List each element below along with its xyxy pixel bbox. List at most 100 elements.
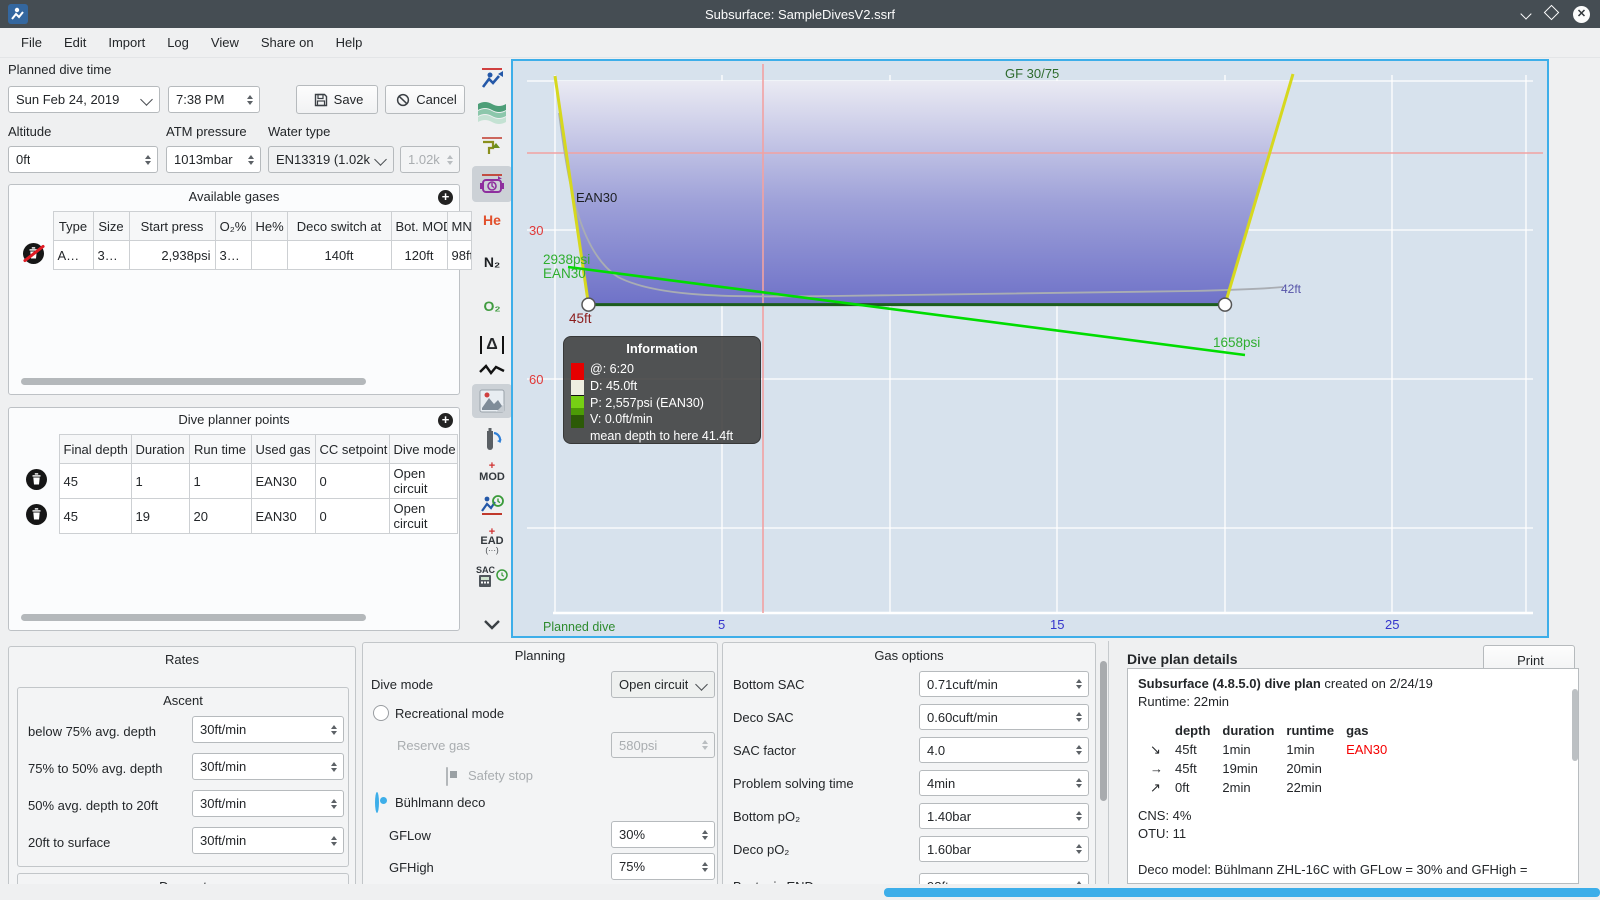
- bottom-hscrollbar[interactable]: [884, 888, 1600, 897]
- ascent-title: Ascent: [163, 693, 203, 708]
- close-button[interactable]: ✕: [1573, 5, 1590, 23]
- ascent-rate-label: 50% avg. depth to 20ft: [28, 798, 159, 813]
- bottom-po2-spinbox[interactable]: 1.40bar: [919, 803, 1089, 829]
- helium-graph-icon[interactable]: He: [472, 206, 512, 234]
- mod-icon[interactable]: + MOD: [472, 458, 512, 484]
- deco-po2-label: Deco pO₂: [733, 842, 790, 857]
- deco-sac-label: Deco SAC: [733, 710, 794, 725]
- tooltip-line: mean depth to here 41.4ft: [590, 429, 734, 444]
- depth-tick-60: 60: [529, 372, 543, 387]
- menu-share-on[interactable]: Share on: [250, 31, 325, 54]
- problem-solving-time-spinbox[interactable]: 4min: [919, 770, 1089, 796]
- menu-file[interactable]: File: [10, 31, 53, 54]
- nitrogen-graph-icon[interactable]: N₂: [472, 248, 512, 276]
- points-header-row: Final depth Duration Run time Used gas C…: [15, 434, 458, 464]
- gas-row[interactable]: A… 3… 2,938psi 3… 140ft 120ft 98ft: [15, 240, 472, 270]
- altitude-spinbox[interactable]: 0ft: [8, 146, 158, 173]
- ascent-rate-label: 75% to 50% avg. depth: [28, 761, 163, 776]
- dive-profile-chart[interactable]: GF 30/75 30 60 5 15 25 EAN30 2938psi EAN…: [511, 59, 1549, 638]
- profile-dive-mode-icon[interactable]: [472, 64, 512, 94]
- sac-factor-label: SAC factor: [733, 743, 796, 758]
- tooltip-title: Information: [626, 341, 698, 356]
- delete-point-icon[interactable]: [26, 504, 48, 525]
- ascent-rate-spinbox[interactable]: 30ft/min: [192, 753, 344, 780]
- reserve-gas-spinbox: 580psi: [611, 732, 715, 758]
- ascent-rate-spinbox[interactable]: 30ft/min: [192, 790, 344, 817]
- details-vscrollbar[interactable]: [1572, 689, 1578, 761]
- planning-title: Planning: [514, 648, 566, 663]
- sac-icon[interactable]: SAC: [472, 560, 512, 590]
- rates-panel: Rates Ascent below 75% avg. depth 30ft/m…: [8, 646, 356, 884]
- save-button[interactable]: Save: [296, 85, 378, 114]
- dive-planner-points-title: Dive planner points: [178, 412, 290, 427]
- sac-factor-spinbox[interactable]: 4.0: [919, 737, 1089, 763]
- menu-import[interactable]: Import: [97, 31, 156, 54]
- point-row[interactable]: 45 1 1 EAN30 0 Open circuit: [15, 463, 458, 499]
- gas-change-icon[interactable]: [472, 424, 512, 452]
- gflow-spinbox[interactable]: 30%: [611, 821, 715, 848]
- delete-gas-icon[interactable]: [23, 243, 45, 264]
- plan-cns: CNS: 4%: [1138, 808, 1192, 823]
- dive-plan-details-panel: Dive plan details Print Subsurface (4.8.…: [1108, 641, 1600, 884]
- best-mix-end-spinbox[interactable]: 98ft: [919, 873, 1089, 884]
- delete-point-icon[interactable]: [26, 469, 48, 490]
- atm-pressure-spinbox[interactable]: 1013mbar: [166, 146, 261, 173]
- available-gases-groupbox: Available gases + Type Size Start press …: [8, 184, 472, 395]
- add-point-button[interactable]: +: [438, 413, 453, 428]
- start-pressure-label: 2938psi: [543, 252, 590, 267]
- planner-settings-region: Rates Ascent below 75% avg. depth 30ft/m…: [0, 641, 1600, 884]
- safety-stop-label: Safety stop: [468, 768, 534, 783]
- point-row[interactable]: 45 19 20 EAN30 0 Open circuit: [15, 498, 458, 534]
- gfhigh-spinbox[interactable]: 75%: [611, 853, 715, 880]
- settings-vscrollbar[interactable]: [1100, 661, 1107, 801]
- ascent-rate-spinbox[interactable]: 30ft/min: [192, 827, 344, 854]
- time-spinbox[interactable]: 7:38 PM: [168, 86, 260, 113]
- dive-plan-text[interactable]: Subsurface (4.8.5.0) dive plan created o…: [1127, 668, 1579, 884]
- descent-gas-label: EAN30: [576, 190, 617, 205]
- oxygen-graph-icon[interactable]: O₂: [472, 292, 512, 320]
- plan-runtime: Runtime: 22min: [1138, 694, 1230, 709]
- plan-header-rest: created on 2/24/19: [1320, 676, 1433, 691]
- rates-title: Rates: [165, 652, 199, 667]
- photos-icon[interactable]: [472, 384, 512, 418]
- heart-rate-icon[interactable]: [472, 360, 512, 380]
- water-type-combobox[interactable]: EN13319 (1.02k: [268, 146, 394, 173]
- deco-po2-spinbox[interactable]: 1.60bar: [919, 836, 1089, 862]
- bottom-sac-spinbox[interactable]: 0.71cuft/min: [919, 671, 1089, 697]
- add-gas-button[interactable]: +: [438, 190, 453, 205]
- gflow-label: GFLow: [389, 828, 431, 843]
- menu-log[interactable]: Log: [156, 31, 200, 54]
- menu-view[interactable]: View: [200, 31, 250, 54]
- date-combobox[interactable]: Sun Feb 24, 2019: [8, 86, 160, 113]
- water-salinity-icon[interactable]: [472, 98, 512, 126]
- dc-reported-ceiling-icon[interactable]: [472, 490, 512, 520]
- time-tick-15: 15: [1050, 617, 1064, 632]
- deco-sac-spinbox[interactable]: 0.60cuft/min: [919, 704, 1089, 730]
- gas-options-panel: Gas options Bottom SAC 0.71cuft/min Deco…: [722, 642, 1096, 884]
- recreational-mode-radio[interactable]: [373, 705, 389, 721]
- spinner-arrows[interactable]: [245, 94, 255, 105]
- menu-help[interactable]: Help: [325, 31, 374, 54]
- ascent-rate-label: below 75% avg. depth: [28, 724, 156, 739]
- dive-mode-combobox[interactable]: Open circuit: [611, 671, 715, 698]
- waypoint-handle[interactable]: [581, 297, 596, 312]
- menu-edit[interactable]: Edit: [53, 31, 97, 54]
- gases-hscrollbar[interactable]: [21, 378, 366, 385]
- plan-segment-row: ↘ 45ft 1min 1min EAN30: [1144, 740, 1393, 759]
- waypoint-handle[interactable]: [1217, 297, 1233, 312]
- tank-pressure-icon[interactable]: [472, 166, 512, 202]
- ceiling-icon[interactable]: [472, 132, 512, 162]
- toolbar-scroll-down-icon[interactable]: [472, 614, 512, 636]
- buhlmann-deco-radio[interactable]: [375, 792, 379, 813]
- gf-label: GF 30/75: [1005, 66, 1059, 81]
- points-hscrollbar[interactable]: [21, 614, 366, 621]
- ead-icon[interactable]: + EAD (···): [472, 526, 512, 556]
- ascent-rate-spinbox[interactable]: 30ft/min: [192, 716, 344, 743]
- cancel-button[interactable]: Cancel: [385, 85, 465, 114]
- maximize-button[interactable]: [1543, 4, 1560, 23]
- window-title: Subsurface: SampleDivesV2.ssrf: [704, 6, 896, 22]
- minimize-button[interactable]: [1520, 5, 1532, 23]
- buhlmann-deco-label: Bühlmann deco: [395, 795, 486, 810]
- chevron-down-icon: [140, 93, 153, 106]
- tissue-tolerance-icon[interactable]: Δ: [472, 332, 512, 358]
